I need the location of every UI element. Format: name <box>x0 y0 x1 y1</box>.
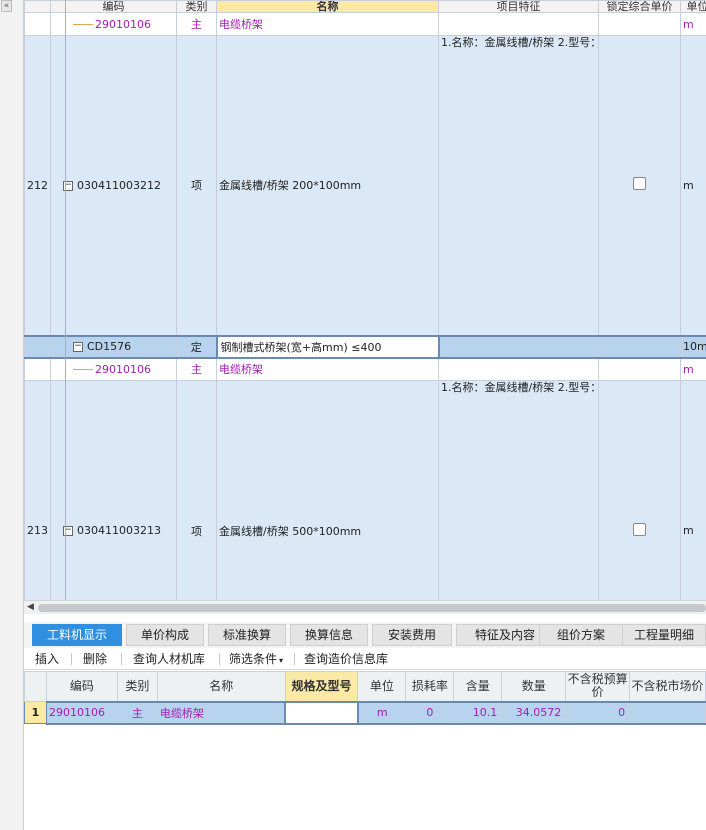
loss-rate[interactable]: 0 <box>405 700 455 725</box>
row-code: 29010106 <box>95 17 151 31</box>
insert-button[interactable]: 插入 <box>35 651 59 667</box>
row-number: 212 <box>24 35 51 336</box>
table-row[interactable]: 29010106 主 电缆桥架 m <box>24 357 706 381</box>
material-unit[interactable]: m <box>357 700 407 725</box>
market-notax-value[interactable] <box>629 700 706 725</box>
row-unit: m <box>680 380 706 600</box>
lock-price-checkbox[interactable] <box>633 177 646 191</box>
table-row[interactable]: 29010106 主 电缆桥架 m <box>24 12 706 36</box>
row-code: 29010106 <box>95 362 151 376</box>
tree-guide-line <box>65 0 66 600</box>
bill-grid: 编码 类别 名称 项目特征 锁定综合单价 单位 29010106 主 电缆桥架 … <box>24 0 706 600</box>
table-row[interactable]: 212 −030411003212 项 金属线槽/桥架 200*100mm 1.… <box>24 35 706 336</box>
table-row-selected[interactable]: 1 29010106 主 电缆桥架 m 0 10.1 34.0572 0 <box>24 700 706 725</box>
row-code: 030411003212 <box>77 178 161 192</box>
row-unit: m <box>680 12 706 36</box>
bottom-header-qty[interactable]: 数量 <box>501 671 567 702</box>
row-name[interactable]: 金属线槽/桥架 200*100mm <box>216 35 439 336</box>
row-code: 030411003213 <box>77 524 161 537</box>
delete-button[interactable]: 删除 <box>83 651 107 667</box>
tab-conversion-info[interactable]: 换算信息 <box>290 624 368 646</box>
grid-header-unit[interactable]: 单位 <box>680 0 706 13</box>
bottom-header-unit[interactable]: 单位 <box>357 671 407 702</box>
grid-header-code[interactable]: 编码 <box>50 0 177 13</box>
tab-unit-price[interactable]: 单价构成 <box>126 624 204 646</box>
price-notax-value[interactable]: 0 <box>565 700 631 725</box>
material-type[interactable]: 主 <box>116 700 158 725</box>
toolbar: 插入 删除 查询人材机库 筛选条件 ▾ 查询造价信息库 <box>24 648 706 670</box>
query-labor-library-button[interactable]: 查询人材机库 <box>133 651 205 667</box>
bottom-header-type[interactable]: 类别 <box>116 671 158 702</box>
tab-pricing-scheme[interactable]: 组价方案 <box>539 624 623 646</box>
spec-input[interactable] <box>284 700 359 725</box>
collapse-minus-icon[interactable]: − <box>73 342 83 352</box>
row-number: 213 <box>24 380 51 600</box>
material-code[interactable]: 29010106 <box>45 700 118 725</box>
content-value[interactable]: 10.1 <box>453 700 503 725</box>
bottom-tabs: 工料机显示 单价构成 标准换算 换算信息 安装费用 特征及内容 组价方案 工程量… <box>24 622 706 648</box>
row-name-editor[interactable]: 钢制槽式桥架(宽+高mm) ≤400 <box>215 334 440 359</box>
row-unit: m <box>680 35 706 336</box>
tab-install-fee[interactable]: 安装费用 <box>372 624 452 646</box>
row-type: 主 <box>176 357 217 381</box>
lock-price-checkbox[interactable] <box>633 522 646 536</box>
bottom-header-spec[interactable]: 规格及型号 <box>284 671 359 702</box>
row-name[interactable]: 金属线槽/桥架 500*100mm <box>216 380 439 600</box>
collapse-left-icon[interactable]: « <box>1 0 12 12</box>
bottom-header-code[interactable]: 编码 <box>45 671 118 702</box>
row-type: 主 <box>176 12 217 36</box>
quantity-value[interactable]: 34.0572 <box>501 700 567 725</box>
row-index: 1 <box>24 701 47 724</box>
tab-labor-material[interactable]: 工料机显示 <box>32 624 122 646</box>
material-grid: 编码 类别 名称 规格及型号 单位 损耗率 含量 数量 不含税预算价 不含税市场… <box>24 671 706 830</box>
grid-header-type[interactable]: 类别 <box>176 0 217 13</box>
filter-dropdown[interactable]: 筛选条件 ▾ <box>229 651 283 669</box>
row-code: CD1576 <box>87 340 132 353</box>
row-name[interactable]: 电缆桥架 <box>216 12 439 36</box>
row-features[interactable]: 1.名称：金属线槽/桥架 2.型号：综合考虑 3.规格：500*100mm 4.… <box>438 380 599 600</box>
query-price-info-button[interactable]: 查询造价信息库 <box>304 651 388 667</box>
row-unit: 10m <box>680 334 706 359</box>
grid-header-name[interactable]: 名称 <box>216 0 439 13</box>
filter-label: 筛选条件 <box>229 652 278 666</box>
scrollbar-thumb[interactable] <box>38 604 706 612</box>
row-type: 项 <box>176 35 217 336</box>
table-row[interactable]: 213 −030411003213 项 金属线槽/桥架 500*100mm 1.… <box>24 380 706 600</box>
tab-standard-conversion[interactable]: 标准换算 <box>208 624 286 646</box>
row-features[interactable]: 1.名称：金属线槽/桥架 2.型号：综合考虑 3.规格：200*100mm 4.… <box>438 35 599 336</box>
left-panel: « <box>0 0 24 830</box>
bottom-header-market-notax[interactable]: 不含税市场价 <box>629 671 706 702</box>
bottom-header-name[interactable]: 名称 <box>156 671 286 702</box>
bottom-header-loss[interactable]: 损耗率 <box>405 671 455 702</box>
grid-header-no <box>24 0 51 13</box>
tab-quantity-detail[interactable]: 工程量明细 <box>622 624 706 646</box>
grid-header-features[interactable]: 项目特征 <box>438 0 599 13</box>
bottom-header-price-notax[interactable]: 不含税预算价 <box>565 671 631 702</box>
row-name[interactable]: 电缆桥架 <box>216 357 439 381</box>
material-name[interactable]: 电缆桥架 <box>156 700 286 725</box>
bottom-header-content[interactable]: 含量 <box>453 671 503 702</box>
row-unit: m <box>680 357 706 381</box>
horizontal-scrollbar[interactable]: ◀ <box>24 600 706 614</box>
dropdown-arrow-icon: ▾ <box>279 656 284 665</box>
table-row-selected[interactable]: − CD1576 定 钢制槽式桥架(宽+高mm) ≤400 10m <box>24 334 706 359</box>
row-type: 定 <box>176 334 217 359</box>
scroll-left-icon[interactable]: ◀ <box>27 601 34 614</box>
grid-header-lock[interactable]: 锁定综合单价 <box>598 0 681 13</box>
row-type: 项 <box>176 380 217 600</box>
